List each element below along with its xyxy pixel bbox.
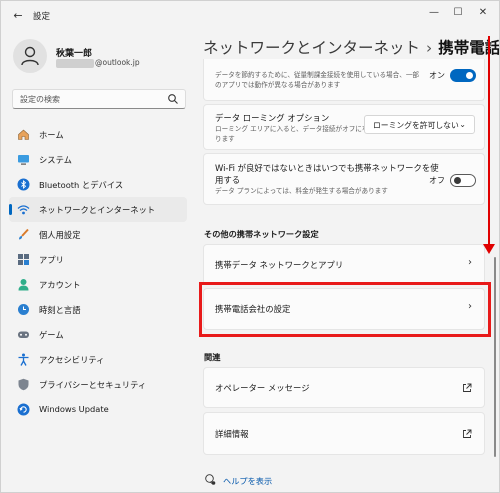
page-title: 携帯電話 xyxy=(438,39,500,57)
minimize-button[interactable]: — xyxy=(422,5,446,21)
clock-globe-icon xyxy=(18,304,29,315)
chevron-right-icon: › xyxy=(468,257,472,268)
sidebar-item-home[interactable]: ホーム xyxy=(9,122,187,147)
setting-description: ります xyxy=(215,135,235,143)
more-info-row[interactable]: 詳細情報 xyxy=(203,412,485,455)
sidebar-item-windows-update[interactable]: Windows Update xyxy=(9,397,187,422)
toggle-state-label: オン xyxy=(429,71,445,80)
accessibility-icon xyxy=(18,353,29,366)
section-heading-other: その他の携帯ネットワーク設定 xyxy=(204,229,319,239)
annotation-highlight-box xyxy=(199,282,491,337)
sidebar-item-time-language[interactable]: 時刻と言語 xyxy=(9,297,187,322)
gamepad-icon xyxy=(18,331,29,338)
external-link-icon xyxy=(463,383,472,392)
chevron-down-icon: ⌄ xyxy=(459,120,466,129)
sidebar-item-bluetooth[interactable]: Bluetooth とデバイス xyxy=(9,172,187,197)
sidebar-item-label: Windows Update xyxy=(39,404,109,414)
data-saver-toggle[interactable] xyxy=(450,69,476,82)
shield-icon xyxy=(18,378,29,391)
row-label: オペレーター メッセージ xyxy=(215,383,310,393)
user-icon xyxy=(21,46,39,66)
sidebar-item-label: ゲーム xyxy=(39,330,64,340)
sidebar-item-label: ネットワークとインターネット xyxy=(39,205,156,215)
title-bar: ← 設定 — ☐ ✕ xyxy=(1,1,499,31)
sidebar-item-accessibility[interactable]: アクセシビリティ xyxy=(9,347,187,372)
sidebar-item-gaming[interactable]: ゲーム xyxy=(9,322,187,347)
sidebar-item-apps[interactable]: アプリ xyxy=(9,247,187,272)
setting-description: ローミング エリアに入ると、データ接続がオフにな xyxy=(215,125,369,133)
app-title: 設定 xyxy=(33,12,51,22)
sidebar-item-label: アプリ xyxy=(39,255,64,265)
operator-messages-row[interactable]: オペレーター メッセージ xyxy=(203,367,485,408)
breadcrumb-parent[interactable]: ネットワークとインターネット xyxy=(203,39,420,57)
setting-title: 用する xyxy=(215,175,241,185)
search-icon xyxy=(168,94,178,104)
settings-window: ← 設定 — ☐ ✕ 秋葉一郎 @outlook.jp 設定の検索 ホーム シス… xyxy=(0,0,500,493)
cellular-data-apps-row[interactable]: 携帯データ ネットワークとアプリ › xyxy=(203,244,485,285)
bluetooth-icon xyxy=(17,178,30,191)
update-icon xyxy=(17,403,30,416)
sidebar-item-label: ホーム xyxy=(39,130,64,140)
monitor-icon xyxy=(18,155,29,165)
setting-title: Wi-Fi が良好ではないときはいつでも携帯ネットワークを使 xyxy=(215,163,439,173)
apps-icon xyxy=(18,254,29,265)
sidebar-item-network[interactable]: ネットワークとインターネット xyxy=(9,197,187,222)
maximize-button[interactable]: ☐ xyxy=(446,5,470,21)
sidebar-item-privacy[interactable]: プライバシーとセキュリティ xyxy=(9,372,187,397)
sidebar-item-label: アカウント xyxy=(39,280,81,290)
help-icon xyxy=(205,474,216,485)
wifi-fallback-card: Wi-Fi が良好ではないときはいつでも携帯ネットワークを使 用する データ プ… xyxy=(203,153,485,205)
sidebar-item-system[interactable]: システム xyxy=(9,147,187,172)
setting-description: データ プランによっては、料金が発生する場合があります xyxy=(215,187,388,195)
search-placeholder: 設定の検索 xyxy=(20,95,60,104)
row-label: 詳細情報 xyxy=(215,429,249,439)
sidebar-nav: ホーム システム Bluetooth とデバイス ネットワークとインターネット xyxy=(9,122,187,422)
breadcrumb: ネットワークとインターネット › 携帯電話 xyxy=(203,36,500,58)
sidebar-item-label: 個人用設定 xyxy=(39,230,81,240)
wifi-icon xyxy=(17,205,30,215)
sidebar-item-label: プライバシーとセキュリティ xyxy=(39,380,147,390)
data-saver-card: データを節約するために、従量制課金接続を使用している場合、一部 のアプリでは動作… xyxy=(203,59,485,101)
annotation-arrow-line xyxy=(488,36,490,244)
row-label: 携帯データ ネットワークとアプリ xyxy=(215,260,344,270)
setting-description: のアプリでは動作が異なる場合があります xyxy=(215,81,341,89)
brush-icon xyxy=(19,228,29,240)
sidebar-item-label: アクセシビリティ xyxy=(39,355,105,365)
toggle-state-label: オフ xyxy=(429,176,445,185)
help-link[interactable]: ヘルプを表示 xyxy=(223,475,272,487)
account-icon xyxy=(18,279,29,291)
search-input[interactable]: 設定の検索 xyxy=(12,89,186,109)
user-name: 秋葉一郎 xyxy=(56,49,93,59)
sidebar-item-accounts[interactable]: アカウント xyxy=(9,272,187,297)
sidebar-item-label: システム xyxy=(39,155,72,165)
setting-title: データ ローミング オプション xyxy=(215,113,330,123)
roaming-card: データ ローミング オプション ローミング エリアに入ると、データ接続がオフにな… xyxy=(203,104,485,150)
user-email: @outlook.jp xyxy=(95,58,140,67)
home-icon xyxy=(18,129,29,140)
sidebar-item-personalization[interactable]: 個人用設定 xyxy=(9,222,187,247)
breadcrumb-separator: › xyxy=(426,39,433,57)
roaming-dropdown[interactable]: ローミングを許可しない ⌄ xyxy=(364,115,475,134)
close-button[interactable]: ✕ xyxy=(471,5,495,21)
external-link-icon xyxy=(463,429,472,438)
dropdown-value: ローミングを許可しない xyxy=(373,121,459,130)
wifi-fallback-toggle[interactable] xyxy=(450,174,476,187)
sidebar-item-label: Bluetooth とデバイス xyxy=(39,180,124,190)
section-heading-related: 関連 xyxy=(204,352,221,362)
back-arrow-icon[interactable]: ← xyxy=(11,9,25,23)
scrollbar[interactable] xyxy=(494,257,496,457)
avatar[interactable] xyxy=(13,39,47,73)
sidebar-item-label: 時刻と言語 xyxy=(39,305,81,315)
email-redaction xyxy=(56,59,94,68)
annotation-arrow-head xyxy=(483,244,495,254)
setting-description: データを節約するために、従量制課金接続を使用している場合、一部 xyxy=(215,71,420,79)
